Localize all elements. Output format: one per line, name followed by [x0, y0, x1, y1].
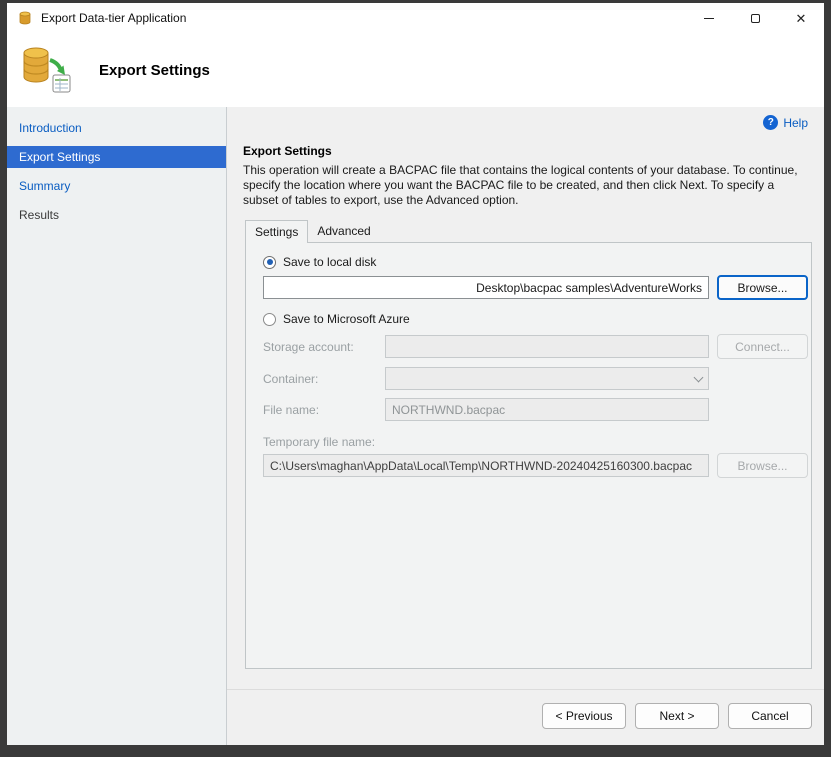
file-name-input	[385, 398, 709, 421]
export-data-tier-dialog: Export Data-tier Application ✕	[7, 3, 824, 745]
previous-button[interactable]: < Previous	[542, 703, 626, 729]
sidebar-item-introduction[interactable]: Introduction	[7, 117, 226, 139]
section-heading: Export Settings	[243, 144, 808, 158]
export-database-icon	[19, 44, 73, 97]
maximize-button[interactable]	[732, 3, 778, 33]
temp-browse-button: Browse...	[717, 453, 808, 478]
temp-file-row: Browse...	[263, 453, 811, 478]
tab-strip: Settings Advanced	[245, 220, 824, 242]
sidebar-item-results: Results	[7, 204, 226, 226]
close-icon: ✕	[796, 12, 807, 25]
cancel-button[interactable]: Cancel	[728, 703, 812, 729]
container-row: Container:	[263, 367, 811, 390]
minimize-button[interactable]	[686, 3, 732, 33]
temp-file-input	[263, 454, 709, 477]
container-dropdown	[385, 367, 709, 390]
page-title: Export Settings	[99, 62, 210, 79]
tab-advanced[interactable]: Advanced	[308, 220, 379, 242]
window-frame: Export Data-tier Application ✕	[0, 0, 831, 757]
radio-selected-icon	[263, 256, 276, 269]
wizard-footer: < Previous Next > Cancel	[227, 689, 824, 745]
save-local-disk-option[interactable]: Save to local disk	[263, 255, 811, 269]
connect-button: Connect...	[717, 334, 808, 359]
storage-account-label: Storage account:	[263, 340, 385, 354]
file-name-label: File name:	[263, 403, 385, 417]
storage-account-row: Storage account: Connect...	[263, 334, 811, 359]
wizard-body: Introduction Export Settings Summary Res…	[7, 107, 824, 745]
help-icon: ?	[763, 115, 778, 130]
temp-file-label: Temporary file name:	[263, 435, 811, 449]
save-azure-label: Save to Microsoft Azure	[283, 312, 410, 326]
radio-unselected-icon	[263, 313, 276, 326]
app-icon	[17, 10, 33, 26]
tab-settings[interactable]: Settings	[245, 220, 308, 243]
wizard-header: Export Settings	[7, 33, 824, 107]
next-button[interactable]: Next >	[635, 703, 719, 729]
section-description: This operation will create a BACPAC file…	[243, 163, 808, 208]
window-title: Export Data-tier Application	[41, 11, 186, 25]
settings-tab-panel: Save to local disk Browse... Save to Mic…	[245, 242, 812, 669]
container-label: Container:	[263, 372, 385, 386]
save-local-disk-label: Save to local disk	[283, 255, 376, 269]
minimize-icon	[704, 18, 714, 19]
local-path-row: Browse...	[263, 275, 811, 300]
chevron-down-icon	[694, 372, 704, 382]
window-controls: ✕	[686, 3, 824, 33]
help-label: Help	[783, 116, 808, 130]
sidebar-item-summary[interactable]: Summary	[7, 175, 226, 197]
help-link[interactable]: ? Help	[227, 107, 824, 130]
close-button[interactable]: ✕	[778, 3, 824, 33]
storage-account-input	[385, 335, 709, 358]
sidebar-item-export-settings[interactable]: Export Settings	[7, 146, 226, 168]
titlebar: Export Data-tier Application ✕	[7, 3, 824, 33]
browse-button[interactable]: Browse...	[717, 275, 808, 300]
save-azure-option[interactable]: Save to Microsoft Azure	[263, 312, 811, 326]
maximize-icon	[751, 14, 760, 23]
local-path-input[interactable]	[263, 276, 709, 299]
file-name-row: File name:	[263, 398, 811, 421]
wizard-steps-sidebar: Introduction Export Settings Summary Res…	[7, 107, 227, 745]
wizard-content: ? Help Export Settings This operation wi…	[227, 107, 824, 745]
